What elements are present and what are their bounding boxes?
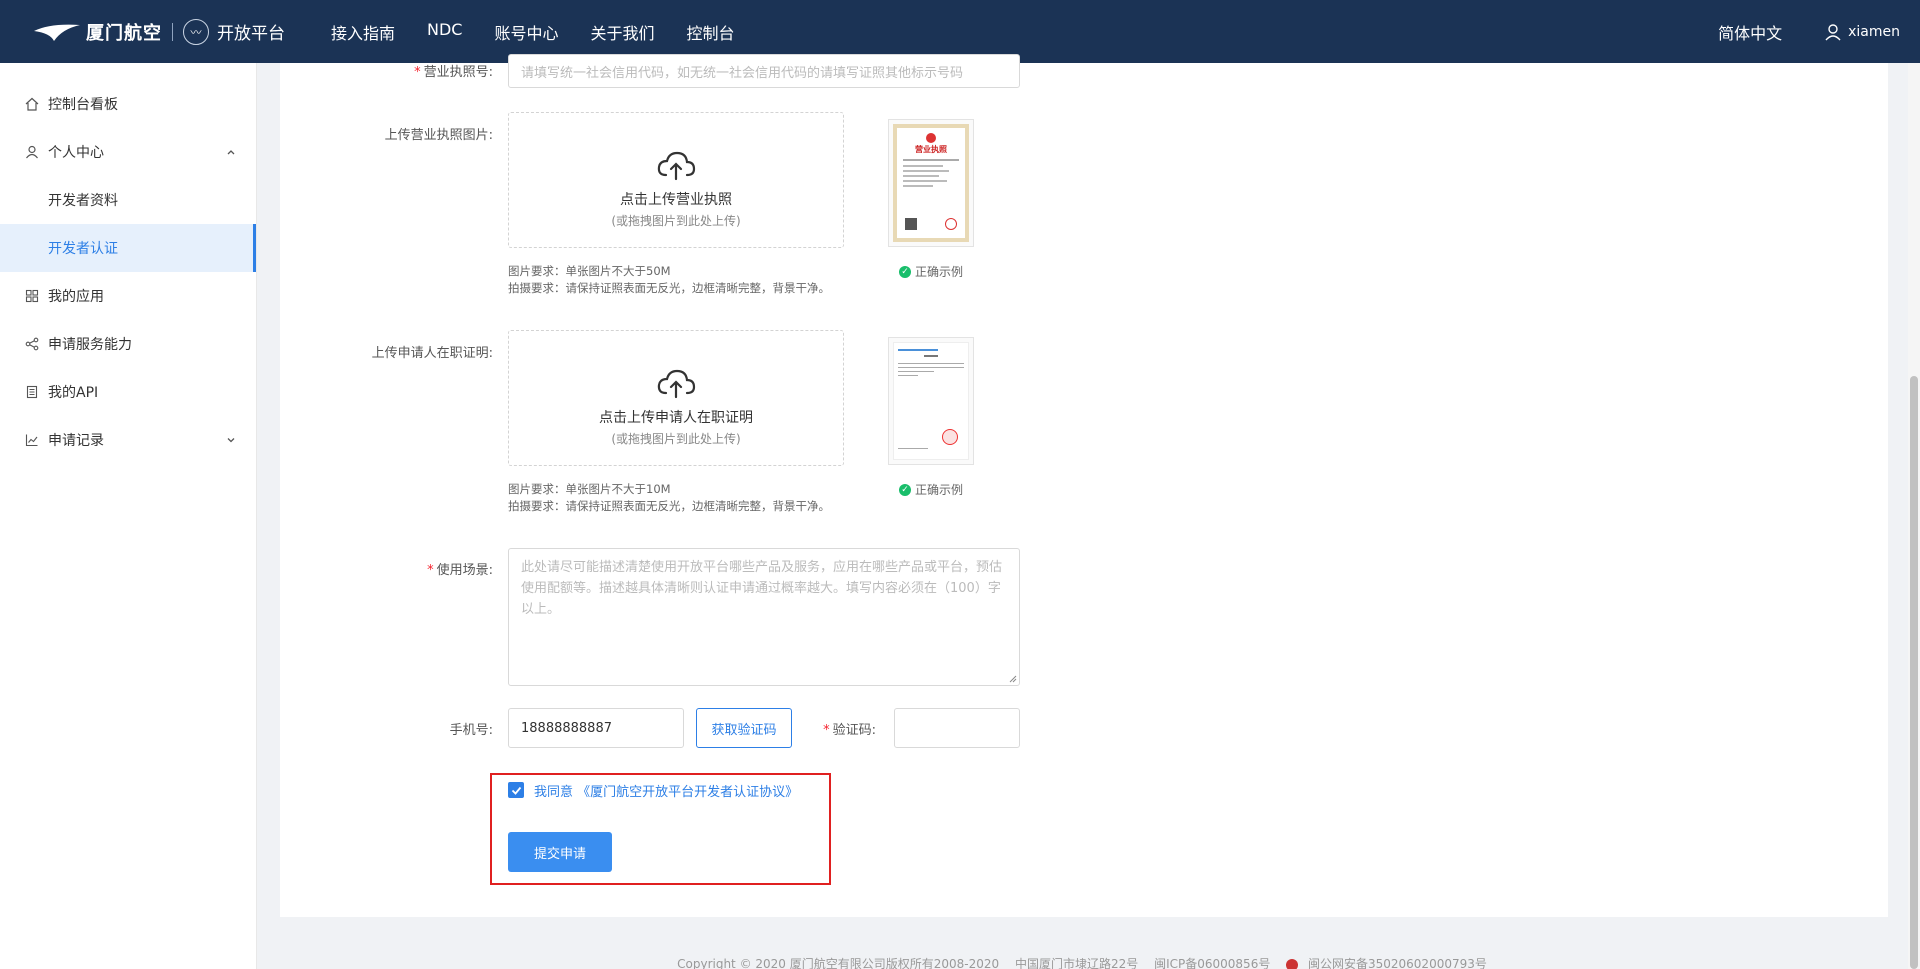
license-size-requirement: 图片要求：单张图片不大于50M xyxy=(508,264,671,278)
license-sample-caption: ✓ 正确示例 xyxy=(899,263,963,280)
footer: Copyright © 2020 厦门航空有限公司版权所有2008-2020 中… xyxy=(257,955,1907,969)
license-upload-area[interactable]: 点击上传营业执照 (或拖拽图片到此处上传) xyxy=(508,112,844,248)
submit-button[interactable]: 提交申请 xyxy=(508,832,612,872)
sidebar-item-label: 开发者资料 xyxy=(48,193,118,209)
employ-upload-hint: (或拖拽图片到此处上传) xyxy=(611,432,741,446)
cloud-upload-icon xyxy=(657,369,696,399)
brand-seal-icon: 〰 xyxy=(183,18,209,45)
share-icon xyxy=(24,336,40,352)
sidebar-item-dashboard[interactable]: 控制台看板 xyxy=(0,80,256,128)
sidebar-item-my-api[interactable]: 我的API xyxy=(0,368,256,416)
airline-bird-icon xyxy=(34,24,80,41)
sidebar-item-label: 个人中心 xyxy=(48,145,104,161)
police-badge-icon xyxy=(1286,958,1299,969)
license-sample-image: 营业执照 xyxy=(888,119,974,247)
brand-divider xyxy=(172,22,173,41)
apps-icon xyxy=(24,288,40,304)
brand-name: 厦门航空 xyxy=(86,22,162,44)
check-circle-icon: ✓ xyxy=(899,483,911,496)
code-input[interactable] xyxy=(894,708,1020,748)
chevron-up-icon xyxy=(227,150,235,155)
sidebar-item-label: 控制台看板 xyxy=(48,97,118,113)
sidebar-item-label: 我的API xyxy=(48,385,99,401)
brand-logo[interactable]: 厦门航空 〰 开放平台 xyxy=(32,0,285,63)
license-no-placeholder: 请填写统一社会信用代码，如无统一社会信用代码的请填写证照其他标示号码 xyxy=(521,65,964,81)
sidebar-item-label: 开发者认证 xyxy=(48,241,118,257)
license-upload-text: 点击上传营业执照 xyxy=(620,192,732,208)
user-menu[interactable]: xiamen xyxy=(1824,23,1900,41)
employ-sample-image xyxy=(888,337,974,465)
nav-ndc[interactable]: NDC xyxy=(427,20,462,44)
sidebar-item-my-apps[interactable]: 我的应用 xyxy=(0,272,256,320)
line-chart-icon xyxy=(24,432,40,448)
user-icon xyxy=(24,144,40,160)
phone-label: 手机号: xyxy=(449,723,493,738)
sidebar-item-label: 申请记录 xyxy=(48,433,104,449)
scenario-textarea[interactable]: 此处请尽可能描述清楚使用开放平台哪些产品及服务，应用在哪些产品或平台，预估使用配… xyxy=(508,548,1020,686)
sidebar-item-developer-auth[interactable]: 开发者认证 xyxy=(0,224,256,272)
license-photo-requirement: 拍摄要求：请保持证照表面无反光，边框清晰完整，背景干净。 xyxy=(508,281,830,295)
license-no-label: * 营业执照号: xyxy=(414,65,493,80)
employ-requirements: 图片要求：单张图片不大于10M 拍摄要求：请保持证照表面无反光，边框清晰完整，背… xyxy=(508,481,830,515)
footer-copyright: Copyright © 2020 厦门航空有限公司版权所有2008-2020 xyxy=(677,957,1000,969)
code-label: * 验证码: xyxy=(823,723,876,738)
license-requirements: 图片要求：单张图片不大于50M 拍摄要求：请保持证照表面无反光，边框清晰完整，背… xyxy=(508,263,830,297)
agree-checkbox[interactable] xyxy=(508,782,524,798)
employ-img-label: 上传申请人在职证明: xyxy=(371,346,493,361)
api-icon xyxy=(24,384,40,400)
employ-size-requirement: 图片要求：单张图片不大于10M xyxy=(508,482,671,496)
nav-guide[interactable]: 接入指南 xyxy=(331,20,395,44)
agreement-text: 我同意 《厦门航空开放平台开发者认证协议》 xyxy=(534,781,798,800)
sidebar-item-apply-service[interactable]: 申请服务能力 xyxy=(0,320,256,368)
footer-icp[interactable]: 闽ICP备06000856号 xyxy=(1154,957,1270,969)
sidebar-item-personal-center[interactable]: 个人中心 xyxy=(0,128,256,176)
language-switch[interactable]: 简体中文 xyxy=(1718,20,1782,44)
scrollbar-thumb[interactable] xyxy=(1910,376,1918,969)
employ-upload-text: 点击上传申请人在职证明 xyxy=(599,410,753,426)
agreement-link[interactable]: 《厦门航空开放平台开发者认证协议》 xyxy=(577,785,798,800)
scenario-label: * 使用场景: xyxy=(427,563,493,578)
chevron-down-icon xyxy=(227,438,235,443)
sidebar-item-developer-profile[interactable]: 开发者资料 xyxy=(0,176,256,224)
username: xiamen xyxy=(1848,23,1900,40)
sidebar: 控制台看板 个人中心 开发者资料 开发者认证 我的应用 申请服务能力 我的API… xyxy=(0,63,257,969)
scenario-placeholder: 此处请尽可能描述清楚使用开放平台哪些产品及服务，应用在哪些产品或平台，预估使用配… xyxy=(521,560,1003,617)
resize-handle-icon[interactable] xyxy=(1009,675,1017,683)
footer-police[interactable]: 闽公网安备35020602000793号 xyxy=(1308,957,1487,969)
main-nav: 接入指南 NDC 账号中心 关于我们 控制台 xyxy=(331,20,767,44)
sidebar-item-label: 我的应用 xyxy=(48,289,104,305)
check-icon xyxy=(511,786,521,795)
nav-console[interactable]: 控制台 xyxy=(687,20,735,44)
nav-about[interactable]: 关于我们 xyxy=(591,20,655,44)
employ-upload-area[interactable]: 点击上传申请人在职证明 (或拖拽图片到此处上传) xyxy=(508,330,844,466)
license-upload-hint: (或拖拽图片到此处上传) xyxy=(611,214,741,228)
sidebar-item-label: 申请服务能力 xyxy=(48,337,132,353)
license-sample-title: 营业执照 xyxy=(915,145,947,154)
footer-address: 中国厦门市埭辽路22号 xyxy=(1014,957,1139,969)
employ-photo-requirement: 拍摄要求：请保持证照表面无反光，边框清晰完整，背景干净。 xyxy=(508,499,830,513)
cloud-upload-icon xyxy=(657,151,696,181)
license-no-input[interactable]: 请填写统一社会信用代码，如无统一社会信用代码的请填写证照其他标示号码 xyxy=(508,54,1020,88)
home-icon xyxy=(24,96,40,112)
nav-account[interactable]: 账号中心 xyxy=(494,20,558,44)
user-icon xyxy=(1825,23,1841,40)
phone-value: 18888888887 xyxy=(521,720,612,736)
agree-prefix: 我同意 xyxy=(534,785,574,800)
check-circle-icon: ✓ xyxy=(899,265,911,278)
employ-sample-caption: ✓ 正确示例 xyxy=(899,481,963,498)
sidebar-item-apply-records[interactable]: 申请记录 xyxy=(0,416,256,464)
platform-name: 开放平台 xyxy=(217,24,285,44)
license-img-label: 上传营业执照图片: xyxy=(384,128,493,143)
